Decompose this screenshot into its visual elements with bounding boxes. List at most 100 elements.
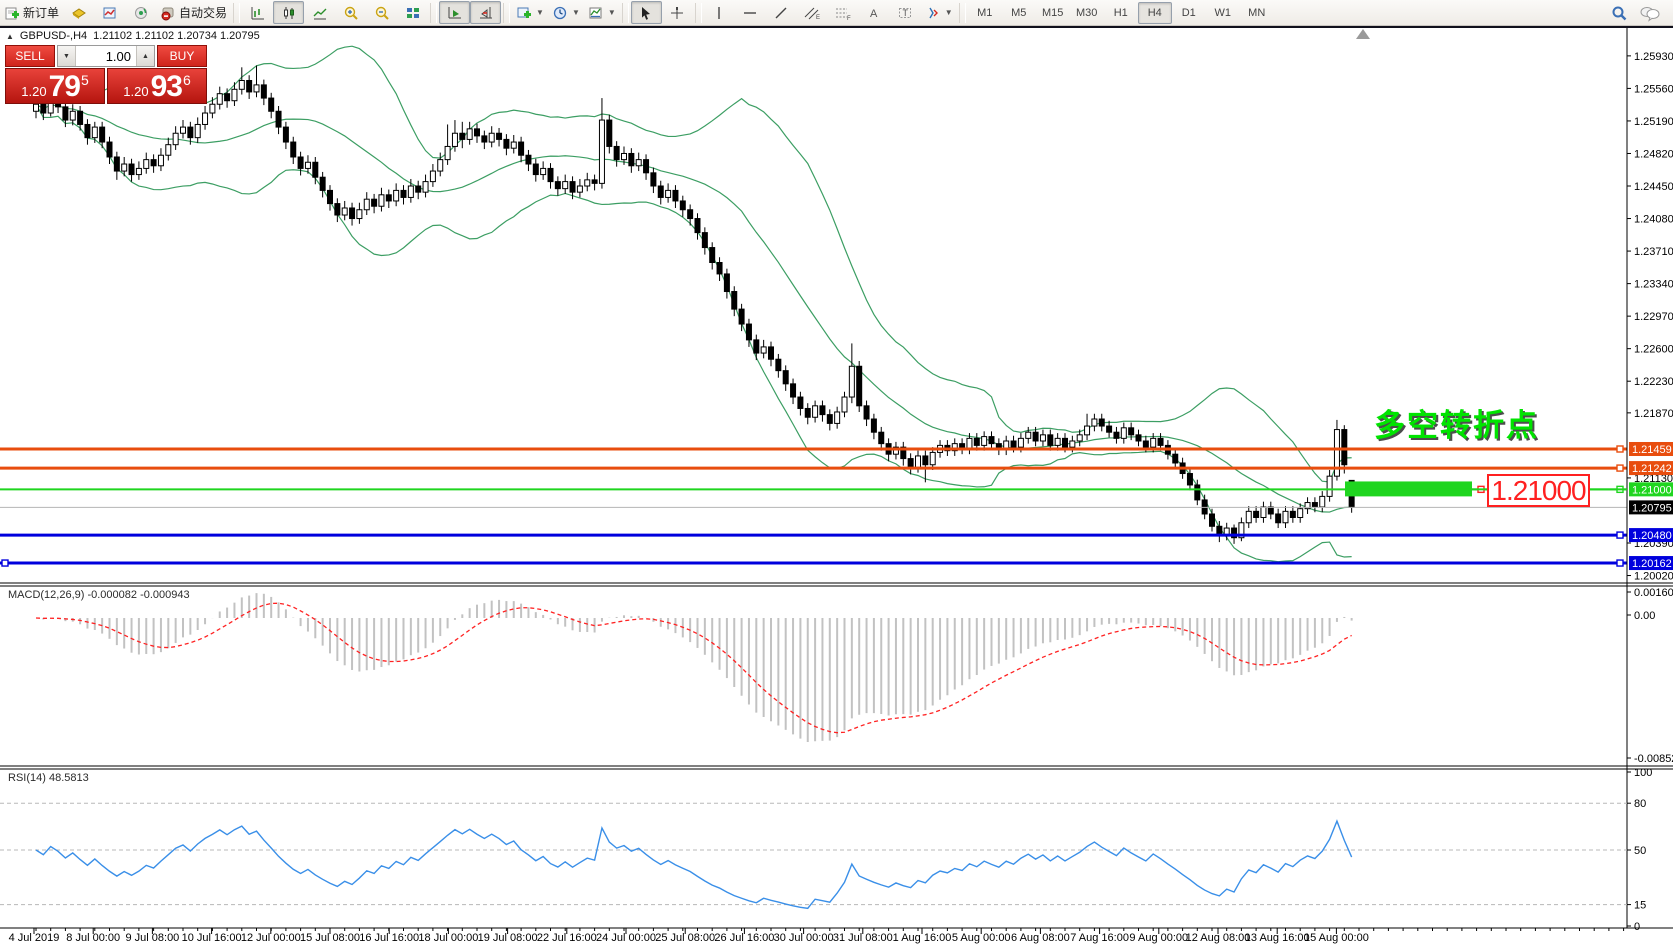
periods-button[interactable]: ▼	[548, 1, 584, 24]
fibonacci-button[interactable]: F	[828, 1, 859, 24]
time-tick-label: 9 Aug 00:00	[1129, 932, 1188, 944]
price-tick-label: 1.25560	[1634, 83, 1673, 95]
search-icon	[1610, 4, 1628, 22]
rsi-scale-label: 0	[1634, 921, 1640, 933]
cursor-button[interactable]	[631, 1, 662, 24]
svg-text:1.20795: 1.20795	[1632, 502, 1672, 514]
chart-canvas[interactable]: 1.259301.255601.251901.248201.244501.240…	[0, 0, 1673, 950]
rsi-scale-label: 50	[1634, 845, 1646, 857]
time-tick-label: 6 Aug 08:00	[1011, 932, 1070, 944]
bar-chart-button[interactable]	[242, 1, 273, 24]
time-tick-label: 13 Aug 16:00	[1245, 932, 1310, 944]
market-watch-button[interactable]	[94, 1, 125, 24]
cursor-icon	[638, 5, 654, 21]
candlestick-chart-button[interactable]	[273, 1, 304, 24]
horizontal-line-button[interactable]	[735, 1, 766, 24]
volume-input[interactable]: 1.00	[76, 46, 136, 66]
volume-up-button[interactable]: ▲	[136, 46, 154, 66]
vertical-line-button[interactable]	[704, 1, 735, 24]
timeframe-group: M1M5M15M30H1H4D1W1MN	[968, 2, 1274, 24]
line-price-label: 1.21459	[1629, 442, 1673, 456]
toolbar-separator	[503, 3, 510, 23]
toolbar-separator	[622, 3, 629, 23]
new-chart-icon	[516, 5, 532, 21]
buy-button[interactable]: BUY	[157, 45, 207, 67]
tf-button-H4[interactable]: H4	[1138, 2, 1172, 24]
sell-price-button[interactable]: 1.20795	[5, 68, 105, 104]
chart-shift-button[interactable]	[470, 1, 501, 24]
turning-point-annotation[interactable]: 多空转折点	[1374, 400, 1539, 445]
buy-price-sup: 6	[183, 72, 191, 88]
zoom-out-icon	[374, 5, 390, 21]
toolbar-right-group	[1603, 1, 1665, 24]
templates-button[interactable]: ▼	[584, 1, 620, 24]
crosshair-button[interactable]	[662, 1, 693, 24]
macd-scale-label: 0.00	[1634, 610, 1655, 622]
history-center-button[interactable]	[63, 1, 94, 24]
tf-button-D1[interactable]: D1	[1172, 2, 1206, 24]
buy-price-button[interactable]: 1.20936	[107, 68, 207, 104]
horizontal-line-icon	[742, 5, 758, 21]
price-tick-label: 1.25190	[1634, 116, 1673, 128]
price-tick-label: 1.24450	[1634, 181, 1673, 193]
time-tick-label: 16 Jul 16:00	[359, 932, 419, 944]
symbol-period-label: GBPUSD-,H4	[20, 30, 87, 42]
price-tick-label: 1.21870	[1634, 408, 1673, 420]
text-label-button[interactable]: T	[890, 1, 921, 24]
macd-scale-label: 0.001607	[1634, 587, 1673, 599]
price-tick-label: 1.22600	[1634, 344, 1673, 356]
svg-text:A: A	[870, 8, 878, 20]
time-tick-label: 12 Aug 08:00	[1186, 932, 1251, 944]
line-price-label: 1.20162	[1629, 556, 1673, 570]
signal-icon	[133, 5, 149, 21]
zoom-out-button[interactable]	[366, 1, 397, 24]
tf-button-M30[interactable]: M30	[1070, 2, 1104, 24]
time-tick-label: 24 Jul 00:00	[596, 932, 656, 944]
time-tick-label: 9 Jul 08:00	[125, 932, 179, 944]
shapes-icon	[925, 5, 941, 21]
time-tick-label: 31 Jul 08:00	[833, 932, 893, 944]
data-feed-button[interactable]	[125, 1, 156, 24]
dropdown-arrow-icon: ▼	[572, 8, 580, 17]
search-button[interactable]	[1603, 1, 1634, 24]
autotrade-button[interactable]: 自动交易	[156, 1, 231, 24]
dropdown-arrow-icon: ▼	[945, 8, 953, 17]
chat-button[interactable]	[1634, 1, 1665, 24]
price-callout-box[interactable]: 1.21000	[1487, 474, 1590, 507]
sell-button[interactable]: SELL	[5, 45, 55, 67]
candlestick-icon	[281, 5, 297, 21]
volume-down-button[interactable]: ▼	[58, 46, 76, 66]
tf-button-M5[interactable]: M5	[1002, 2, 1036, 24]
tile-windows-button[interactable]	[397, 1, 428, 24]
tf-button-W1[interactable]: W1	[1206, 2, 1240, 24]
time-tick-label: 15 Aug 00:00	[1304, 932, 1369, 944]
fibonacci-icon: F	[834, 5, 852, 21]
time-tick-label: 8 Jul 00:00	[66, 932, 120, 944]
text-button[interactable]: A	[859, 1, 890, 24]
price-tick-label: 1.20020	[1634, 571, 1673, 583]
auto-scroll-icon	[447, 5, 463, 21]
new-chart-button[interactable]: ▼	[512, 1, 548, 24]
clock-icon	[552, 5, 568, 21]
new-order-button[interactable]: 新订单	[0, 1, 63, 24]
auto-scroll-button[interactable]	[439, 1, 470, 24]
svg-text:1.21459: 1.21459	[1632, 444, 1672, 456]
tf-button-M15[interactable]: M15	[1036, 2, 1070, 24]
zoom-in-button[interactable]	[335, 1, 366, 24]
mt4-window: 新订单 自动交易	[0, 0, 1673, 950]
price-tick-label: 1.25930	[1634, 51, 1673, 63]
toolbar-separator	[233, 3, 240, 23]
tile-windows-icon	[405, 5, 421, 21]
tf-button-H1[interactable]: H1	[1104, 2, 1138, 24]
equidistant-channel-button[interactable]: E	[797, 1, 828, 24]
line-price-label: 1.21242	[1629, 461, 1673, 475]
tf-button-MN[interactable]: MN	[1240, 2, 1274, 24]
volume-stepper: ▼ 1.00 ▲	[57, 45, 155, 67]
price-tick-label: 1.24820	[1634, 148, 1673, 160]
arrows-button[interactable]: ▼	[921, 1, 957, 24]
line-price-label: 1.20795	[1629, 500, 1673, 514]
trendline-button[interactable]	[766, 1, 797, 24]
collapse-triangle-icon[interactable]: ▲	[6, 32, 14, 41]
tf-button-M1[interactable]: M1	[968, 2, 1002, 24]
line-chart-button[interactable]	[304, 1, 335, 24]
